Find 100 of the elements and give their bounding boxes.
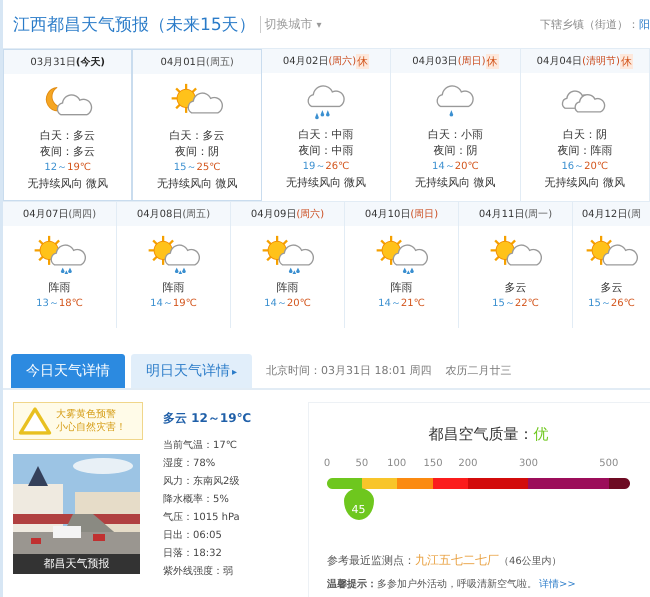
weather-summary: 阵雨	[276, 280, 298, 296]
forecast-card[interactable]: 03月31日(今天) 白天：多云 夜间：多云 12～19℃ 无持续风向 微风	[3, 49, 132, 201]
forecast-card[interactable]: 04月10日(周日) 阵雨 14～21℃	[345, 202, 459, 328]
lunar-date: 农历二月廿三	[446, 362, 512, 378]
scale-tick: 50	[355, 458, 368, 469]
forecast-date: 04月09日	[250, 208, 296, 221]
forecast-date: 04月11日	[478, 208, 524, 221]
weather-detail: 日落：18:32	[163, 546, 223, 561]
wind-info: 无持续风向 微风	[415, 175, 496, 191]
weather-detail: 日出：06:05	[163, 528, 223, 543]
town-link[interactable]: 阳	[639, 16, 650, 32]
forecast-weekday: (清明节)	[582, 54, 620, 68]
day-weather: 白天：小雨	[428, 127, 483, 143]
forecast-weekday: (周六)	[296, 208, 324, 221]
temperature-range: 14～20℃	[432, 160, 479, 174]
today-headline: 多云 12～19℃	[163, 410, 252, 427]
weather-summary: 阵雨	[162, 280, 184, 296]
weather-summary: 多云	[504, 280, 526, 296]
weather-detail: 当前气温：17℃	[163, 438, 238, 453]
temperature-range: 15～26℃	[588, 297, 635, 311]
weather-detail: 紫外线强度：弱	[163, 564, 234, 579]
forecast-weekday: (周四)	[68, 208, 96, 221]
station-label: 参考最近监测点：	[327, 554, 415, 567]
photo-caption: 都昌天气预报	[13, 554, 140, 574]
forecast-weekday: (今天)	[76, 56, 105, 69]
temperature-range: 13～18℃	[36, 297, 83, 311]
night-weather: 夜间：阴	[433, 143, 478, 159]
forecast-card[interactable]: 04月04日(清明节)休 白天：阴 夜间：阵雨 16～20℃ 无持续风向 微风	[520, 49, 650, 201]
temperature-range: 14～21℃	[378, 297, 425, 311]
scale-tick: 200	[458, 458, 478, 469]
wind-info: 无持续风向 微风	[544, 175, 626, 191]
forecast-date: 04月08日	[136, 208, 182, 221]
night-weather: 夜间：多云	[40, 144, 96, 160]
forecast-weekday: (周五)	[182, 208, 210, 221]
beijing-time: 北京时间：03月31日 18:01 周四	[266, 362, 432, 378]
forecast-weekday: (周	[627, 208, 642, 221]
detail-tab[interactable]: 明日天气详情▸	[131, 354, 252, 388]
aqi-marker: 45	[344, 488, 374, 520]
forecast-card[interactable]: 04月01日(周五) 白天：多云 夜间：阴 15～25℃ 无持续风向 微风	[132, 49, 262, 201]
warning-text: 大雾黄色预警	[56, 408, 117, 421]
weather-detail: 湿度：78%	[163, 456, 216, 471]
scale-tick: 500	[599, 458, 618, 469]
tip-text: 温馨提示：多参加户外活动，呼吸清新空气啦。	[327, 579, 537, 590]
forecast-date: 04月04日	[536, 55, 582, 68]
forecast-date: 04月10日	[364, 208, 410, 221]
forecast-date: 04月12日	[582, 208, 628, 221]
temperature-range: 19～26℃	[302, 160, 350, 174]
forecast-card[interactable]: 04月09日(周六) 阵雨 14～20℃	[231, 202, 345, 328]
temperature-range: 16～20℃	[561, 160, 608, 174]
forecast-weekday: (周日)	[458, 55, 486, 68]
forecast-card[interactable]: 04月11日(周一) 多云 15～22℃	[459, 202, 573, 328]
temperature-range: 14～20℃	[264, 297, 311, 311]
night-weather: 夜间：阴	[175, 144, 220, 160]
temperature-range: 14～19℃	[150, 297, 197, 311]
forecast-date: 04月01日	[160, 56, 206, 69]
forecast-card[interactable]: 04月02日(周六)休 白天：中雨 夜间：中雨 19～26℃ 无持续风向 微风	[262, 49, 392, 201]
towns-label: 下辖乡镇（街道）：	[540, 16, 639, 32]
forecast-weekday: (周日)	[410, 208, 438, 221]
details-link[interactable]: 详情>>	[539, 579, 576, 590]
holiday-tag: 休	[620, 54, 633, 68]
day-weather: 白天：多云	[170, 128, 225, 144]
holiday-tag: 休	[356, 54, 370, 68]
warning-triangle-icon	[18, 406, 52, 436]
forecast-date: 03月31日	[30, 56, 76, 69]
day-weather: 白天：阴	[562, 127, 607, 143]
air-quality-grade: 优	[534, 425, 548, 443]
forecast-weekday: (周五)	[206, 56, 234, 69]
day-weather: 白天：中雨	[298, 127, 354, 143]
wind-info: 无持续风向 微风	[27, 176, 108, 192]
page-title: 江西都昌天气预报（未来15天）	[13, 14, 256, 36]
wind-info: 无持续风向 微风	[156, 176, 238, 192]
weather-summary: 阵雨	[390, 280, 412, 296]
wind-info: 无持续风向 微风	[286, 175, 366, 191]
weather-detail: 气压：1015 hPa	[163, 511, 241, 525]
forecast-card[interactable]: 04月12日(周 多云 15～26℃	[573, 202, 650, 328]
temperature-range: 12～19℃	[44, 161, 92, 175]
scale-tick: 300	[518, 458, 538, 469]
weather-summary: 多云	[600, 280, 622, 296]
weather-summary: 阵雨	[48, 280, 70, 296]
forecast-card[interactable]: 04月07日(周四) 阵雨 13～18℃	[3, 202, 117, 328]
temperature-range: 15～25℃	[174, 161, 220, 175]
weather-detail: 降水概率：5%	[163, 492, 230, 507]
night-weather: 夜间：中雨	[298, 143, 354, 159]
forecast-card[interactable]: 04月08日(周五) 阵雨 14～19℃	[117, 202, 231, 328]
holiday-tag: 休	[486, 54, 499, 68]
air-quality-title: 都昌空气质量：	[428, 425, 534, 443]
station-distance: （46公里内）	[499, 556, 562, 567]
forecast-date: 04月02日	[282, 55, 328, 68]
temperature-range: 15～22℃	[492, 297, 539, 311]
forecast-card[interactable]: 04月03日(周日)休 白天：小雨 夜间：阴 14～20℃ 无持续风向 微风	[391, 49, 521, 201]
night-weather: 夜间：阵雨	[557, 143, 612, 159]
scale-tick: 150	[424, 458, 443, 469]
detail-tab[interactable]: 今日天气详情	[11, 354, 125, 388]
forecast-date: 04月07日	[22, 208, 68, 221]
forecast-date: 04月03日	[412, 55, 458, 68]
weather-detail: 风力：东南风2级	[163, 474, 240, 489]
day-weather: 白天：多云	[40, 128, 96, 144]
forecast-weekday: (周六)	[328, 54, 356, 68]
scale-tick: 100	[387, 458, 406, 469]
forecast-weekday: (周一)	[524, 208, 552, 221]
